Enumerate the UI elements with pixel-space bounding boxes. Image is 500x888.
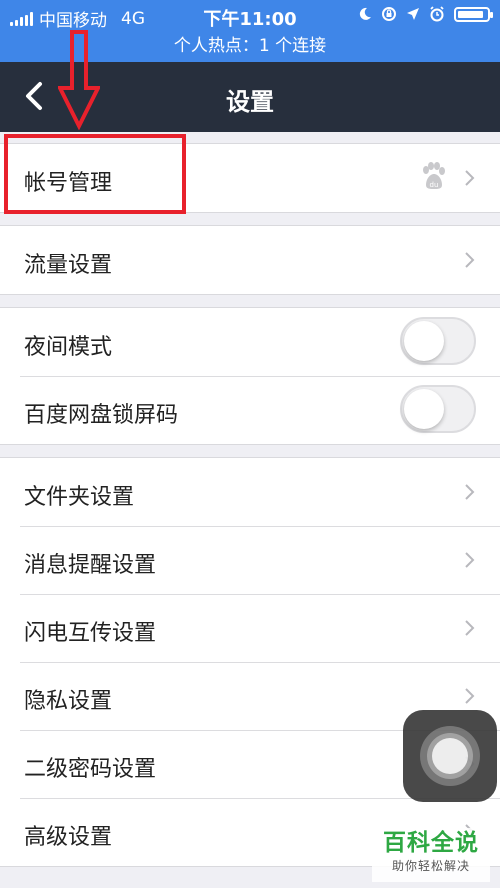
chevron-right-icon (465, 484, 475, 500)
watermark-title: 百科全说 (383, 830, 479, 856)
toggle-knob (404, 389, 444, 429)
assistive-ring-inner (432, 738, 468, 774)
row-notification-settings[interactable]: 消息提醒设置 (0, 526, 500, 594)
battery-level (458, 10, 483, 18)
row-label: 闪电互传设置 (24, 621, 157, 646)
battery-icon (454, 6, 493, 22)
chevron-right-icon (465, 252, 475, 268)
chevron-right-icon (465, 552, 475, 568)
row-label: 百度网盘锁屏码 (24, 403, 179, 428)
row-label: 高级设置 (24, 825, 113, 850)
row-label: 文件夹设置 (24, 485, 135, 510)
settings-group: 文件夹设置 消息提醒设置 闪电互传设置 隐私设置 二级密码设置 高级设置 (0, 457, 500, 867)
toggle-group: 夜间模式 百度网盘锁屏码 (0, 307, 500, 445)
annotation-highlight-box (4, 134, 186, 214)
chevron-right-icon (465, 620, 475, 636)
assistive-ring-outer (420, 726, 480, 786)
watermark-subtitle: 助你轻松解决 (391, 859, 470, 873)
assistive-touch-button[interactable] (403, 710, 497, 802)
row-label: 二级密码设置 (24, 757, 157, 782)
baidu-paw-icon: du (423, 162, 445, 189)
row-lock-screen-code: 百度网盘锁屏码 (0, 376, 500, 444)
back-button[interactable] (18, 76, 58, 116)
status-right (358, 6, 493, 22)
svg-text:du: du (430, 181, 439, 189)
location-icon (407, 8, 419, 20)
watermark: 百科全说 助你轻松解决 (372, 828, 490, 882)
row-flash-transfer-settings[interactable]: 闪电互传设置 (0, 594, 500, 662)
chevron-right-icon (465, 170, 475, 186)
row-traffic-settings[interactable]: 流量设置 (0, 226, 500, 294)
toggle-knob (404, 321, 444, 361)
row-label: 夜间模式 (24, 335, 113, 360)
rotation-lock-icon (382, 7, 396, 21)
alarm-icon (430, 6, 444, 22)
row-label: 流量设置 (24, 253, 113, 278)
traffic-group: 流量设置 (0, 225, 500, 295)
assistive-ring-middle (427, 733, 473, 779)
row-label: 隐私设置 (24, 689, 113, 714)
lock-screen-toggle[interactable] (400, 385, 476, 433)
status-bar: 中国移动 4G 下午11:00 (0, 0, 500, 33)
row-folder-settings[interactable]: 文件夹设置 (0, 458, 500, 526)
annotation-arrow-down-icon (58, 30, 100, 130)
moon-icon (359, 7, 371, 20)
chevron-right-icon (465, 688, 475, 704)
row-label: 消息提醒设置 (24, 553, 157, 578)
row-night-mode: 夜间模式 (0, 308, 500, 376)
night-mode-toggle[interactable] (400, 317, 476, 365)
